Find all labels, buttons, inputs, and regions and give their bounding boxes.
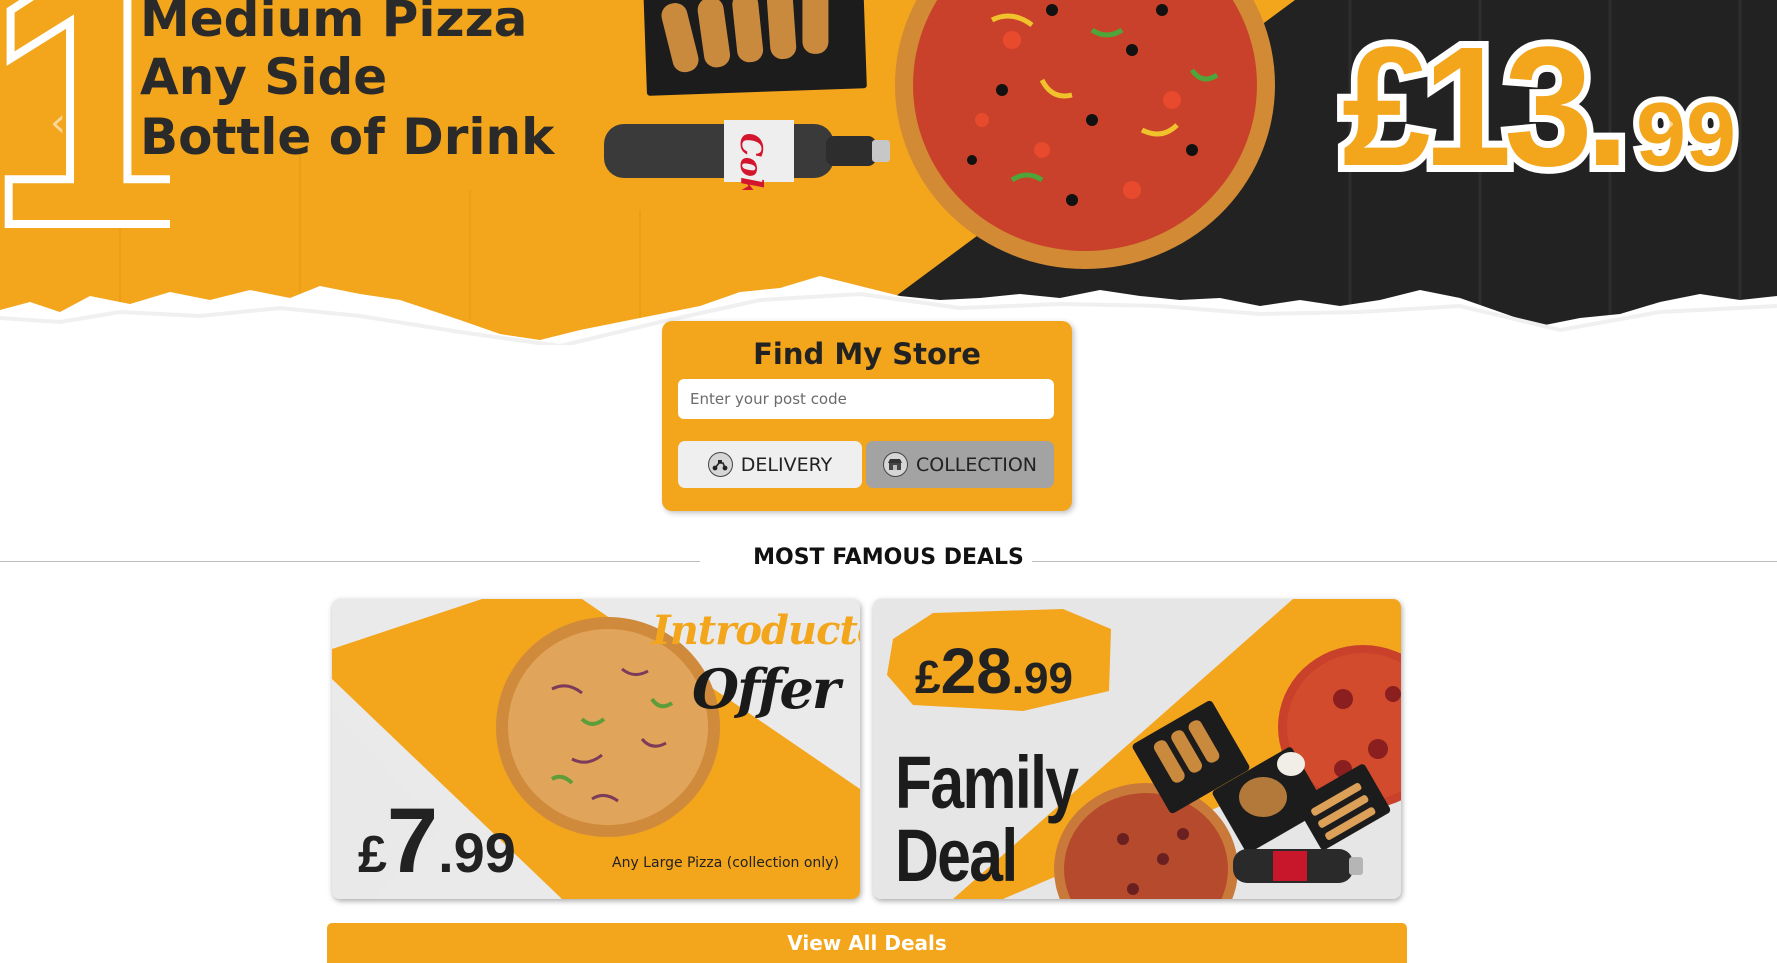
deal2-price: £28.99 <box>915 635 1073 707</box>
deals-heading: MOST FAMOUS DEALS <box>753 545 1024 570</box>
delivery-scooter-icon <box>707 452 733 477</box>
hero-banner[interactable]: 1 Medium Pizza Any Side Bottle of Drink … <box>0 0 1777 345</box>
delivery-button[interactable]: DELIVERY <box>678 441 862 488</box>
delivery-label: DELIVERY <box>740 453 833 476</box>
deal1-price: £7.99 <box>358 790 516 892</box>
hero-prev-arrow[interactable]: ‹ <box>50 100 66 146</box>
hero-next-arrow[interactable]: › <box>1660 100 1676 146</box>
deal1-note: Any Large Pizza (collection only) <box>612 855 839 871</box>
hero-torn-edge <box>0 276 1777 345</box>
find-store-card: Find My Store DELIVERY COLLECTION <box>662 321 1072 511</box>
find-store-title: Find My Store <box>753 337 981 371</box>
chevron-right-icon: › <box>1660 100 1676 146</box>
deal2-title: Family Deal <box>895 741 1079 897</box>
deal1-tagline-offer: Offer <box>692 657 840 721</box>
postcode-input[interactable] <box>678 379 1054 419</box>
chevron-left-icon: ‹ <box>50 100 66 146</box>
collection-button[interactable]: COLLECTION <box>866 441 1054 488</box>
deal-card-family[interactable]: £28.99 Family Deal <box>873 599 1401 899</box>
view-all-deals-button[interactable]: View All Deals <box>327 923 1407 963</box>
deal-card-introductory[interactable]: Introductory Offer £7.99 Any Large Pizza… <box>332 599 860 899</box>
collection-label: COLLECTION <box>915 453 1038 476</box>
deal1-tagline-introductory: Introductory <box>652 607 860 654</box>
view-all-deals-label: View All Deals <box>787 931 947 955</box>
collection-store-icon <box>882 452 908 477</box>
